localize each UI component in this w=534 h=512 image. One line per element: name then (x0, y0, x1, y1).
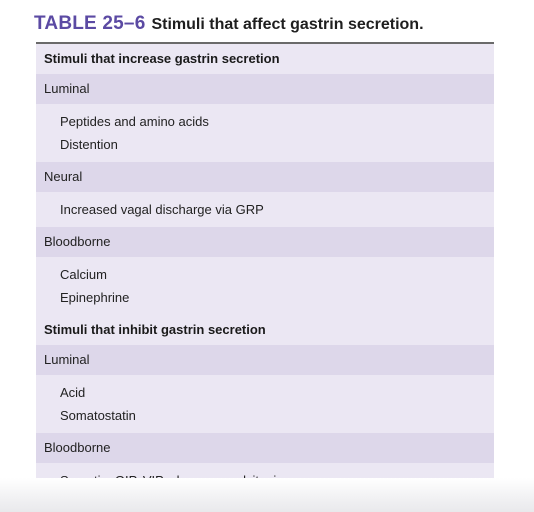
table-number: TABLE 25–6 (34, 13, 146, 34)
section-heading-inhibit: Stimuli that inhibit gastrin secretion (36, 315, 494, 345)
table-caption: Stimuli that affect gastrin secretion. (151, 16, 424, 33)
list-item: Acid (60, 385, 86, 400)
gastrin-stimuli-table: Stimuli that increase gastrin secretion … (36, 42, 494, 499)
category-row: Luminal (36, 74, 494, 104)
items-block: Calcium Epinephrine (36, 257, 494, 315)
list-item: Epinephrine (60, 290, 130, 305)
bottom-shade (0, 478, 534, 512)
section-heading-increase: Stimuli that increase gastrin secretion (36, 44, 494, 74)
items-block: Peptides and amino acids Distention (36, 104, 494, 162)
list-item: Somatostatin (60, 408, 136, 423)
list-item: Distention (60, 137, 118, 152)
list-item: Increased vagal discharge via GRP (60, 202, 264, 217)
category-row: Neural (36, 162, 494, 192)
category-row: Bloodborne (36, 433, 494, 463)
list-item: Calcium (60, 267, 107, 282)
category-row: Luminal (36, 345, 494, 375)
items-block: Acid Somatostatin (36, 375, 494, 433)
category-row: Bloodborne (36, 227, 494, 257)
table-title: TABLE 25–6 Stimuli that affect gastrin se… (34, 12, 424, 37)
list-item: Peptides and amino acids (60, 114, 209, 129)
items-block: Increased vagal discharge via GRP (36, 192, 494, 227)
